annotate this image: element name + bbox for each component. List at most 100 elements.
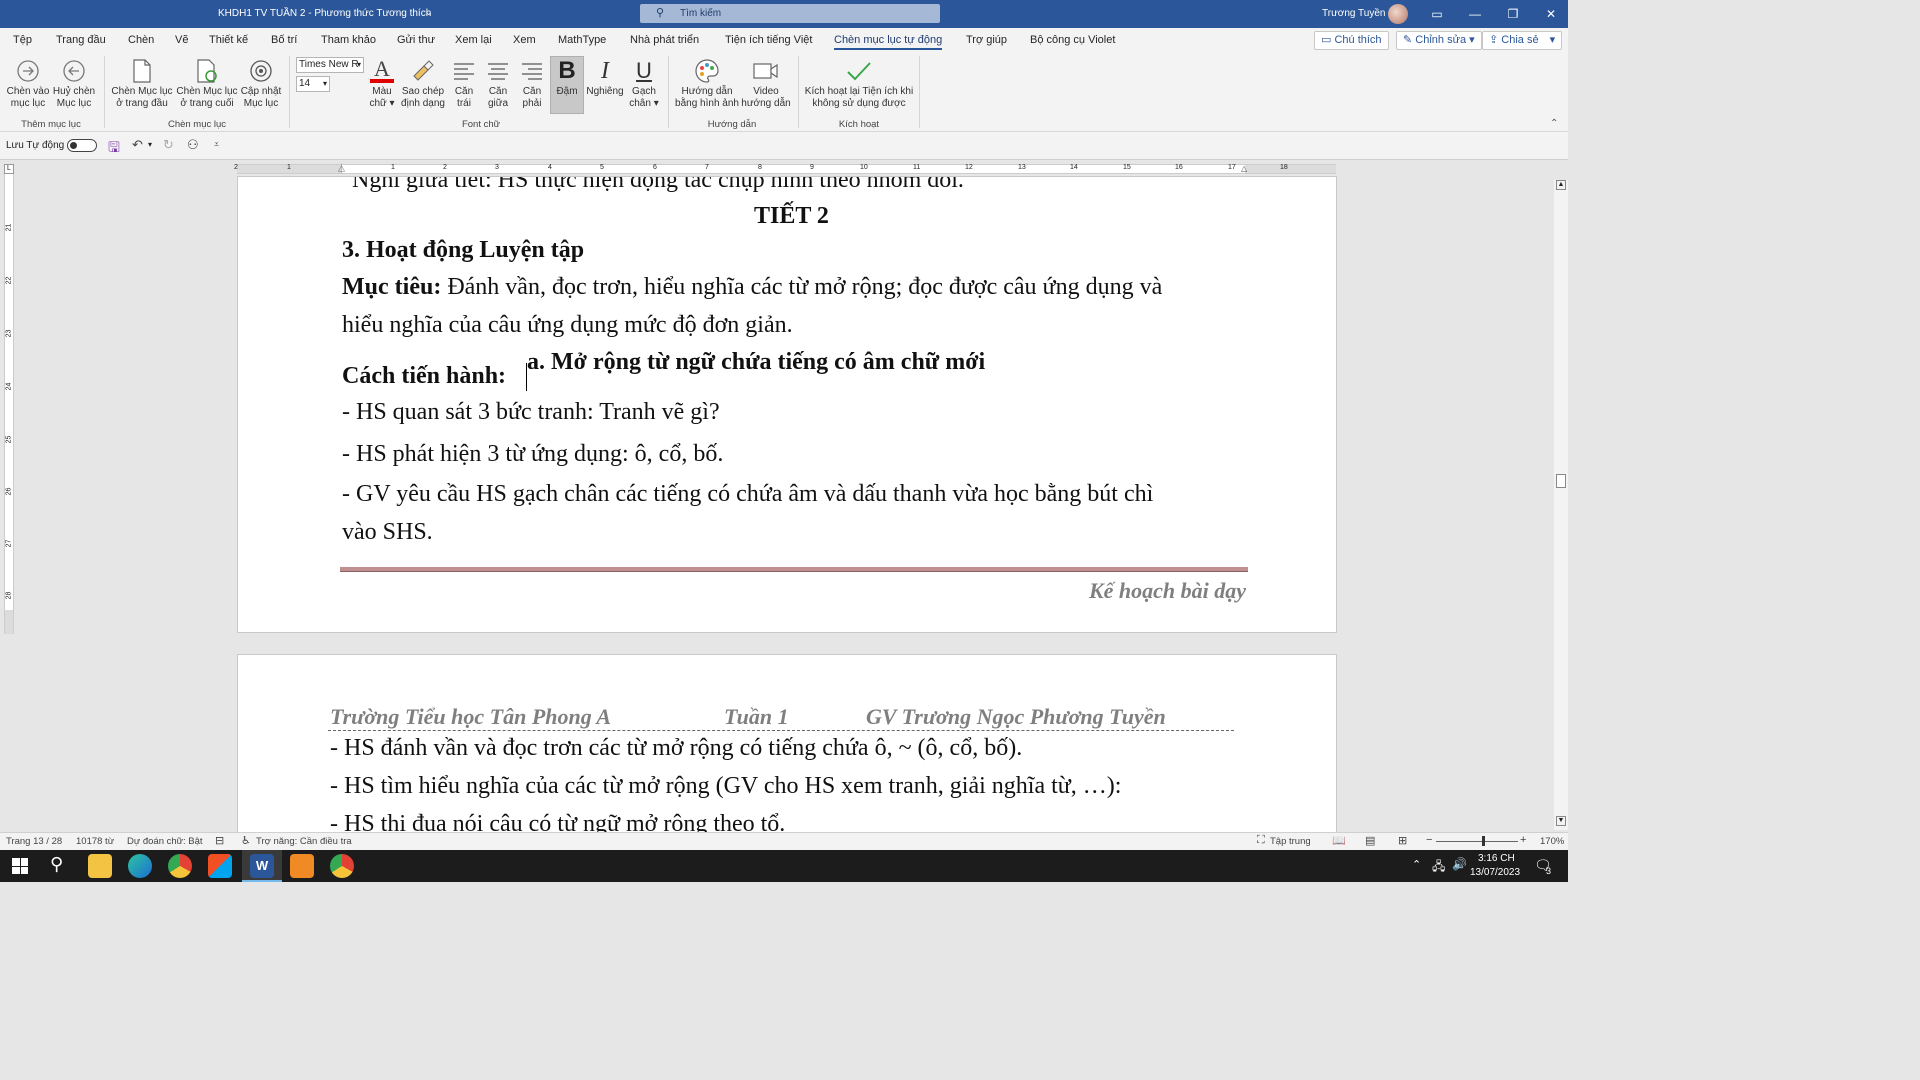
tab-view[interactable]: Xem: [513, 34, 536, 46]
tab-selector[interactable]: L: [4, 164, 14, 174]
zoom-out-icon[interactable]: −: [1426, 834, 1432, 846]
user-name[interactable]: Trương Tuyền: [1322, 8, 1385, 19]
guide-image-button[interactable]: Hướng dẫn bằng hình ảnh: [672, 56, 742, 110]
ribbon-display-icon[interactable]: ▭: [1418, 0, 1456, 28]
accessibility-status[interactable]: Trợ năng: Cần điều tra: [256, 836, 352, 847]
horizontal-ruler[interactable]: 2 1 1 2 3 4 5 6 7 8 9 10 11 12 13 14 15 …: [234, 162, 1336, 175]
app-store-icon[interactable]: [208, 854, 232, 878]
tab-references[interactable]: Tham khảo: [321, 34, 376, 46]
restore-icon[interactable]: ❐: [1494, 0, 1532, 28]
document-page[interactable]: Trường Tiểu học Tân Phong A Tuần 1 GV Tr…: [237, 654, 1337, 834]
clock-time[interactable]: 3:16 CH: [1478, 853, 1515, 864]
cancel-toc-button[interactable]: Huỷ chèn Mục lục: [50, 56, 98, 110]
scroll-thumb[interactable]: [1556, 474, 1566, 488]
scroll-up-icon[interactable]: ▲: [1556, 180, 1566, 190]
page-count[interactable]: Trang 13 / 28: [6, 836, 62, 847]
zoom-slider[interactable]: [1436, 841, 1518, 842]
tree-structure-icon[interactable]: ⚇: [187, 137, 199, 153]
tab-auto-toc[interactable]: Chèn mục lục tự động: [834, 34, 943, 50]
file-explorer-icon[interactable]: [88, 854, 112, 878]
avatar[interactable]: [1388, 4, 1408, 24]
align-left-icon: [450, 56, 478, 86]
word-icon[interactable]: W: [250, 854, 274, 878]
sub-heading: a. Mở rộng từ ngữ chứa tiếng có âm chữ m…: [527, 349, 986, 375]
tab-mailings[interactable]: Gửi thư: [397, 34, 435, 46]
ruler-label: 8: [758, 164, 762, 171]
network-icon[interactable]: 🖧: [1432, 857, 1445, 878]
right-indent-marker[interactable]: △: [1241, 164, 1247, 173]
tab-draw[interactable]: Vẽ: [175, 34, 188, 46]
tab-file[interactable]: Tệp: [13, 34, 32, 46]
collapse-ribbon-icon[interactable]: ⌃: [1550, 118, 1558, 129]
undo-icon[interactable]: ↶: [132, 137, 143, 153]
underline-button[interactable]: U Gạch chân ▾: [626, 56, 662, 110]
tab-vietnamese-tools[interactable]: Tiện ích tiếng Việt: [725, 34, 812, 46]
guide-video-button[interactable]: Video hướng dẫn: [740, 56, 792, 110]
search-icon[interactable]: ⚲: [50, 854, 63, 875]
volume-icon[interactable]: 🔊: [1452, 857, 1467, 871]
read-mode-icon[interactable]: 📖: [1332, 834, 1346, 847]
zoom-level[interactable]: 170%: [1540, 836, 1564, 847]
powerpoint-slides-icon[interactable]: [290, 854, 314, 878]
tab-help[interactable]: Trợ giúp: [966, 34, 1007, 46]
search-box[interactable]: ⚲ Tìm kiếm: [640, 4, 940, 23]
edge-icon[interactable]: [128, 854, 152, 878]
tab-layout[interactable]: Bố trí: [271, 34, 297, 46]
indent-marker[interactable]: ⏃: [337, 162, 346, 175]
tab-developer[interactable]: Nhà phát triển: [630, 34, 699, 46]
format-painter-button[interactable]: Sao chép định dạng: [399, 56, 447, 110]
chrome-icon[interactable]: [168, 854, 192, 878]
minimize-icon[interactable]: —: [1456, 0, 1494, 28]
tab-design[interactable]: Thiết kế: [209, 34, 248, 46]
chevron-down-icon[interactable]: ▾: [148, 140, 152, 149]
font-size-select[interactable]: 14 ▾: [296, 76, 330, 92]
zoom-in-icon[interactable]: +: [1520, 834, 1526, 846]
update-toc-button[interactable]: Cập nhật Mục lục: [238, 56, 284, 110]
text-prediction[interactable]: Dự đoán chữ: Bật: [127, 836, 203, 847]
tab-mathtype[interactable]: MathType: [558, 34, 606, 46]
autosave-toggle[interactable]: [67, 139, 97, 152]
clock-date[interactable]: 13/07/2023: [1470, 867, 1520, 878]
bold-button[interactable]: B Đậm: [550, 56, 584, 98]
vertical-ruler[interactable]: 21 22 23 24 25 26 27 28: [4, 174, 14, 634]
italic-button[interactable]: I Nghiêng: [586, 56, 624, 98]
divider: [289, 56, 290, 128]
window-title[interactable]: KHDH1 TV TUẦN 2 - Phương thức Tương thíc…: [218, 8, 431, 19]
web-layout-icon[interactable]: ⊞: [1398, 834, 1407, 847]
toc-end-button[interactable]: Chèn Mục lục ở trang cuối: [175, 56, 239, 110]
align-center-button[interactable]: Căn giữa: [484, 56, 512, 110]
document-page[interactable]: Nghỉ giữa tiết: HS thực hiện động tác ch…: [237, 176, 1337, 633]
tab-home[interactable]: Trang đầu: [56, 34, 106, 46]
align-right-button[interactable]: Căn phải: [518, 56, 546, 110]
font-name-select[interactable]: Times New R ▾: [296, 57, 364, 73]
tab-review[interactable]: Xem lại: [455, 34, 492, 46]
chrome-profile-icon[interactable]: [330, 854, 354, 878]
word-count[interactable]: 10178 từ: [76, 836, 114, 847]
vertical-scrollbar[interactable]: ▲ ▼: [1554, 180, 1568, 830]
activate-button[interactable]: Kích hoạt lại Tiện ích khi không sử dụng…: [804, 56, 914, 110]
windows-start-icon[interactable]: [12, 858, 28, 874]
edit-mode-button[interactable]: ✎ Chỉnh sửa ▾: [1396, 31, 1482, 50]
video-camera-icon: [740, 56, 792, 86]
document-icon: [110, 56, 174, 86]
chevron-up-icon[interactable]: ⌃: [1412, 858, 1421, 871]
share-button[interactable]: ⇪ Chia sẻ ▾: [1482, 31, 1563, 50]
focus-mode[interactable]: Tập trung: [1270, 836, 1311, 847]
redo-icon[interactable]: ↻: [163, 137, 174, 153]
ruler-label: 11: [913, 164, 921, 171]
save-icon[interactable]: 🖫: [108, 137, 120, 161]
font-color-button[interactable]: A Màu chữ ▾: [366, 56, 398, 110]
scroll-down-icon[interactable]: ▼: [1556, 816, 1566, 826]
macro-icon[interactable]: ⊟: [215, 834, 224, 847]
customize-qat-icon[interactable]: ⩡: [214, 139, 219, 150]
chevron-down-icon[interactable]: ⌄: [425, 7, 433, 18]
toc-top-button[interactable]: Chèn Mục lục ở trang đầu: [110, 56, 174, 110]
tab-insert[interactable]: Chèn: [128, 34, 154, 46]
print-layout-icon[interactable]: ▤: [1365, 834, 1375, 847]
comment-button[interactable]: ▭ Chú thích: [1314, 31, 1389, 50]
tab-violet[interactable]: Bộ công cụ Violet: [1030, 34, 1115, 46]
zoom-slider-thumb[interactable]: [1482, 836, 1485, 846]
align-left-button[interactable]: Căn trái: [450, 56, 478, 110]
close-icon[interactable]: ✕: [1532, 0, 1570, 28]
insert-toc-button[interactable]: Chèn vào mục lục: [4, 56, 52, 110]
